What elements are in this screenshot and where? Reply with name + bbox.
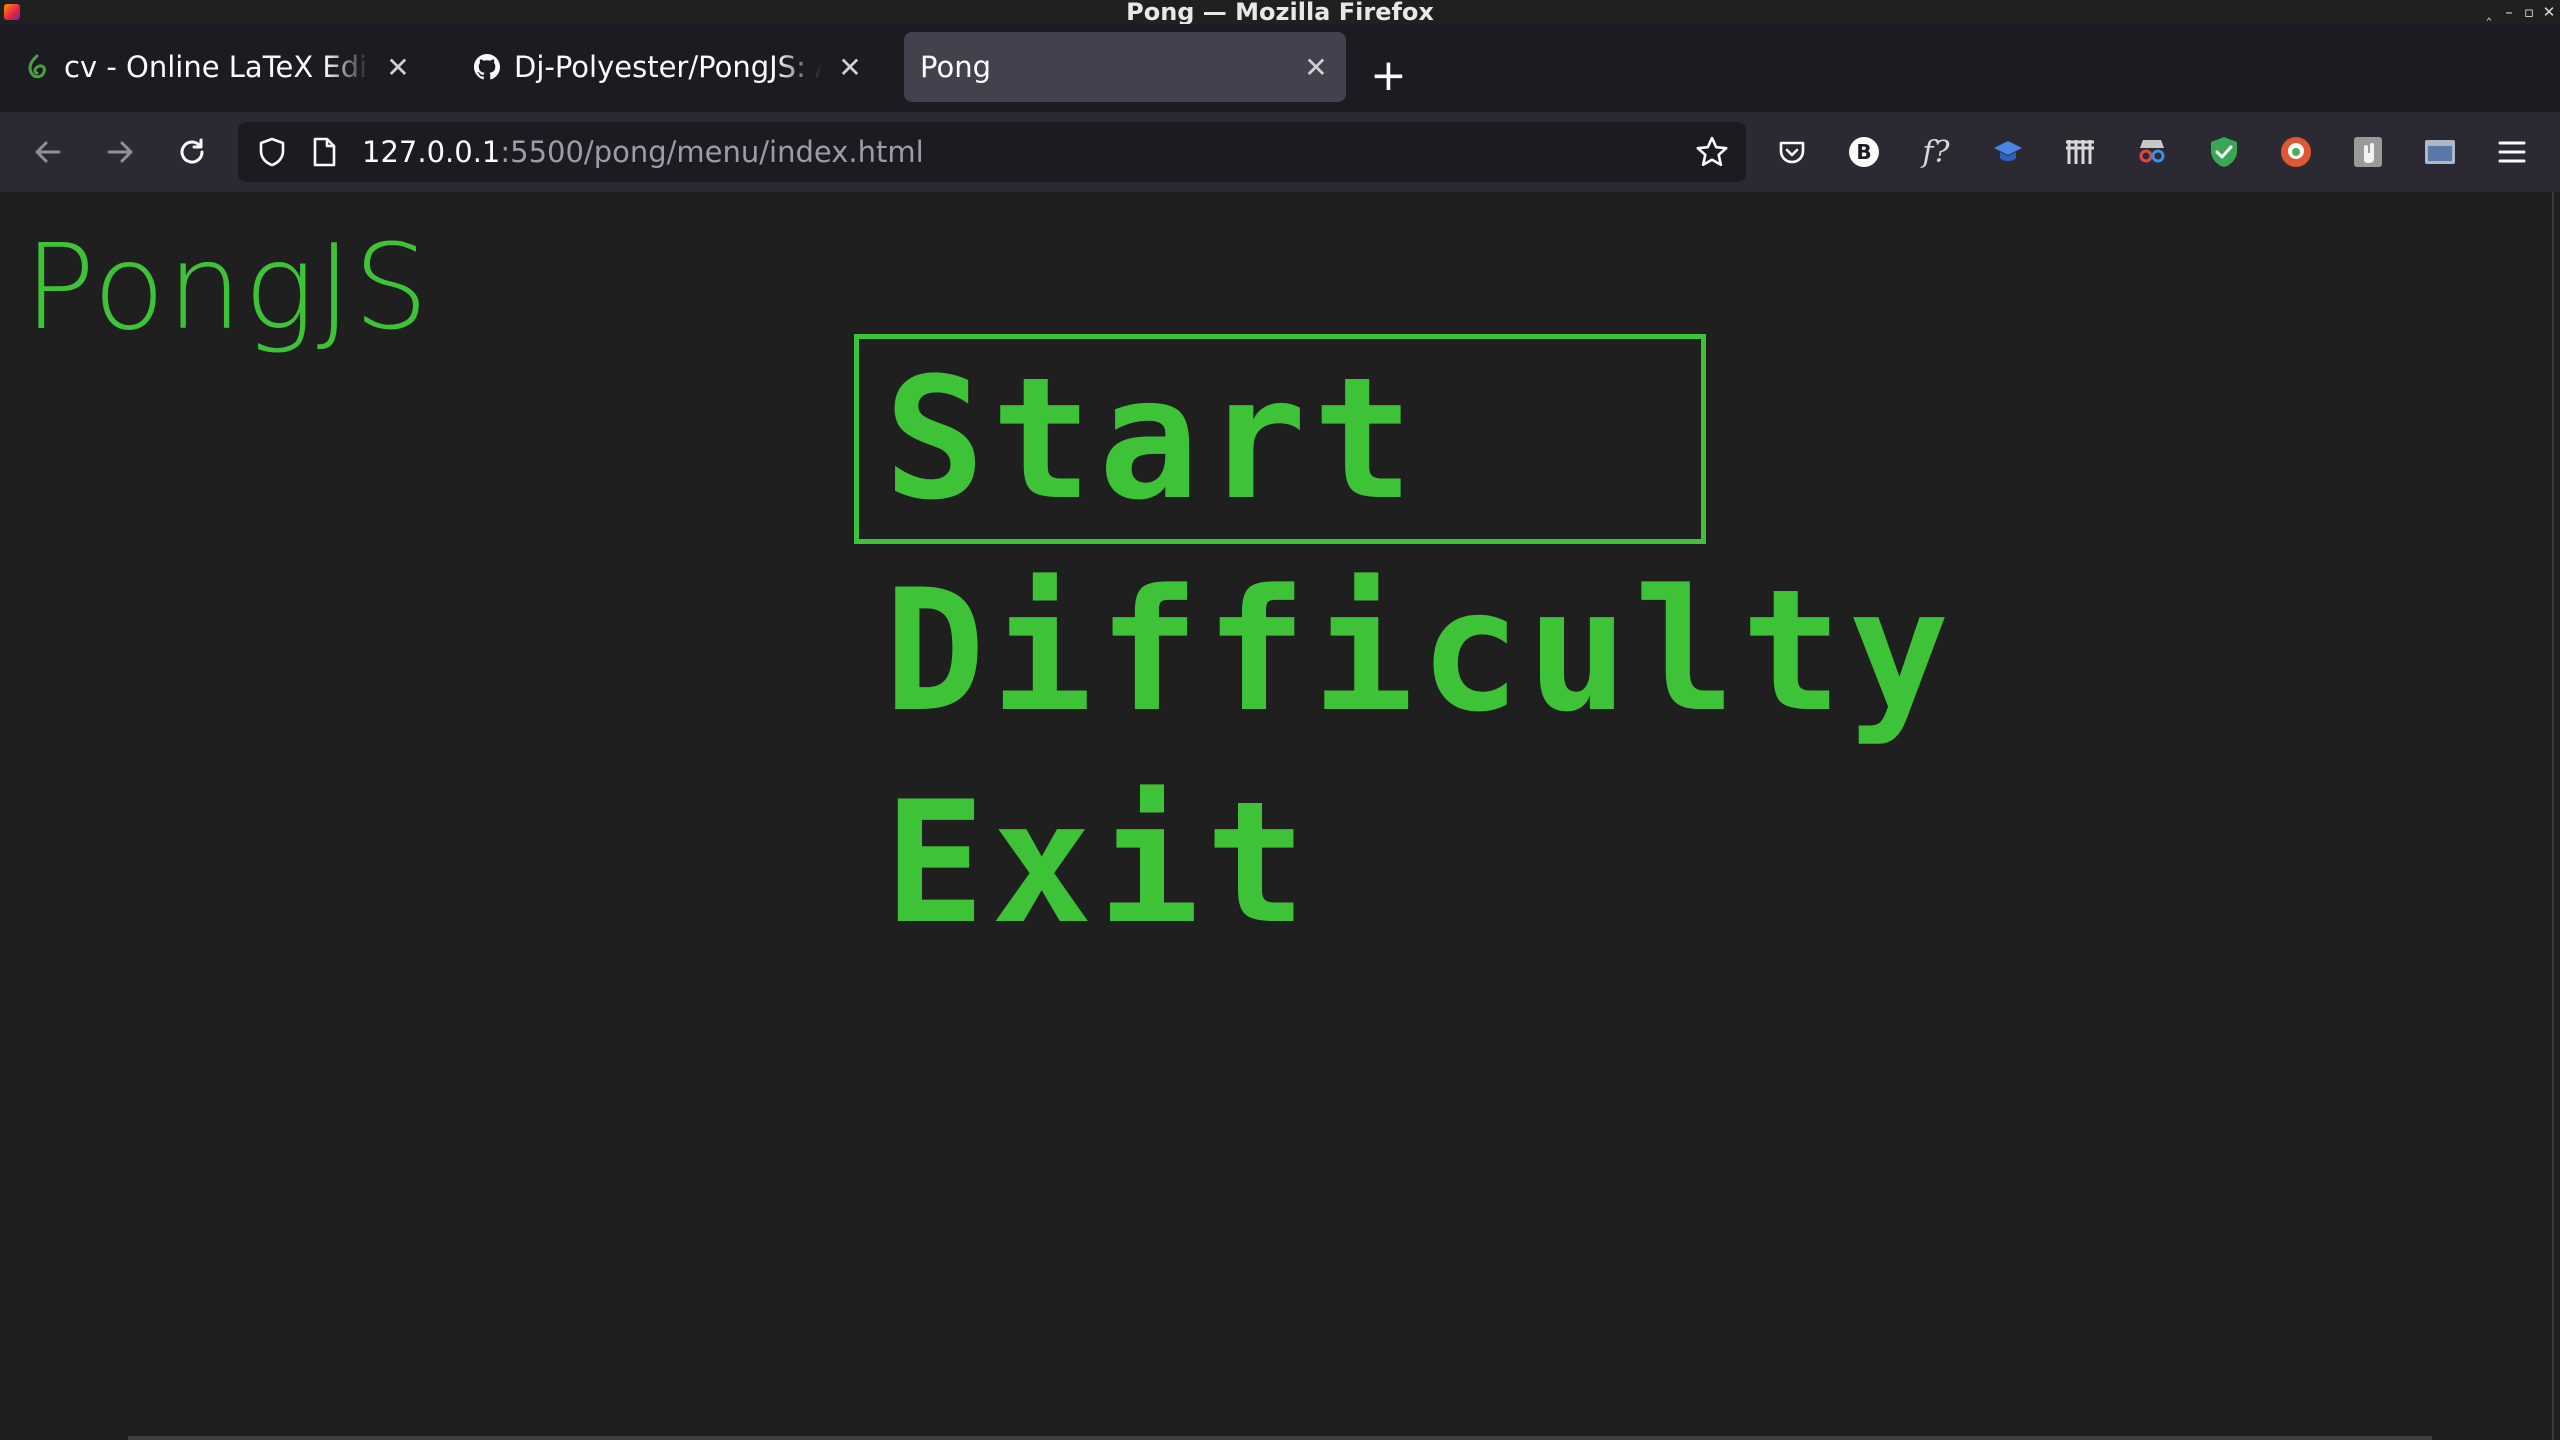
bookmark-star-icon[interactable] xyxy=(1692,132,1732,172)
url-bar[interactable]: 127.0.0.1:5500/pong/menu/index.html xyxy=(238,122,1746,182)
tab-overleaf[interactable]: cv - Online LaTeX Editor Overleaf ✕ xyxy=(8,32,428,102)
spy-icon[interactable] xyxy=(2132,132,2172,172)
tab-pong[interactable]: Pong ✕ xyxy=(904,32,1346,102)
b-icon[interactable]: B xyxy=(1844,132,1884,172)
forward-arrow-icon[interactable] xyxy=(100,132,140,172)
url-path: :5500/pong/menu/index.html xyxy=(500,135,924,169)
tab-title: Pong xyxy=(920,50,991,84)
shield-check-icon[interactable] xyxy=(2204,132,2244,172)
tab-close-icon[interactable]: ✕ xyxy=(384,51,412,84)
window-controls: ‸ – ▫ ✕ xyxy=(2482,0,2556,24)
f?-icon[interactable]: f? xyxy=(1916,132,1956,172)
tab-title: Dj-Polyester/PongJS: A Pong game xyxy=(514,50,822,84)
window-titlebar: Pong — Mozilla Firefox ‸ – ▫ ✕ xyxy=(0,0,2560,24)
page-content: PongJS Start Difficulty Exit xyxy=(0,192,2552,1440)
graduation-cap-icon[interactable] xyxy=(1988,132,2028,172)
window-minimize-button[interactable]: ‸ xyxy=(2482,3,2496,21)
hand-icon[interactable] xyxy=(2348,132,2388,172)
url-host: 127.0.0.1 xyxy=(362,135,501,169)
window-icon[interactable] xyxy=(2420,132,2460,172)
menu-difficulty-button[interactable]: Difficulty xyxy=(854,546,1949,756)
window-close-button[interactable]: ✕ xyxy=(2542,3,2556,21)
github-icon xyxy=(474,54,500,80)
tab-github[interactable]: Dj-Polyester/PongJS: A Pong game ✕ xyxy=(458,32,880,102)
tab-strip: cv - Online LaTeX Editor Overleaf ✕ Dj-P… xyxy=(0,24,2560,112)
gate-icon[interactable] xyxy=(2060,132,2100,172)
tab-title: cv - Online LaTeX Editor Overleaf xyxy=(64,50,370,84)
duckduckgo-icon[interactable] xyxy=(2276,132,2316,172)
shield-tracking-icon[interactable] xyxy=(252,132,292,172)
page-info-icon[interactable] xyxy=(304,132,344,172)
tab-close-icon[interactable]: ✕ xyxy=(1302,51,1330,84)
reload-icon[interactable] xyxy=(172,132,212,172)
pocket-icon[interactable] xyxy=(1772,132,1812,172)
menu-start-button[interactable]: Start xyxy=(854,334,1706,544)
firefox-app-icon xyxy=(4,4,20,20)
tab-close-icon[interactable]: ✕ xyxy=(836,51,864,84)
overleaf-leaf-icon xyxy=(24,54,50,80)
new-tab-button[interactable]: + xyxy=(1370,54,1407,98)
b-label: B xyxy=(1856,140,1871,164)
window-restore-button[interactable]: – xyxy=(2502,3,2516,21)
menu-exit-button[interactable]: Exit xyxy=(854,758,1706,968)
back-arrow-icon[interactable] xyxy=(28,132,68,172)
horizontal-scrollbar[interactable] xyxy=(128,1436,2432,1440)
hamburger-menu-icon[interactable] xyxy=(2492,132,2532,172)
vertical-scrollbar[interactable] xyxy=(2552,192,2560,1440)
pongjs-logo: PongJS xyxy=(24,218,431,356)
window-maximize-button[interactable]: ▫ xyxy=(2522,3,2536,21)
window-title: Pong — Mozilla Firefox xyxy=(1126,0,1434,26)
url-text[interactable]: 127.0.0.1:5500/pong/menu/index.html xyxy=(362,122,924,182)
navigation-toolbar: 127.0.0.1:5500/pong/menu/index.html B f? xyxy=(0,112,2560,192)
